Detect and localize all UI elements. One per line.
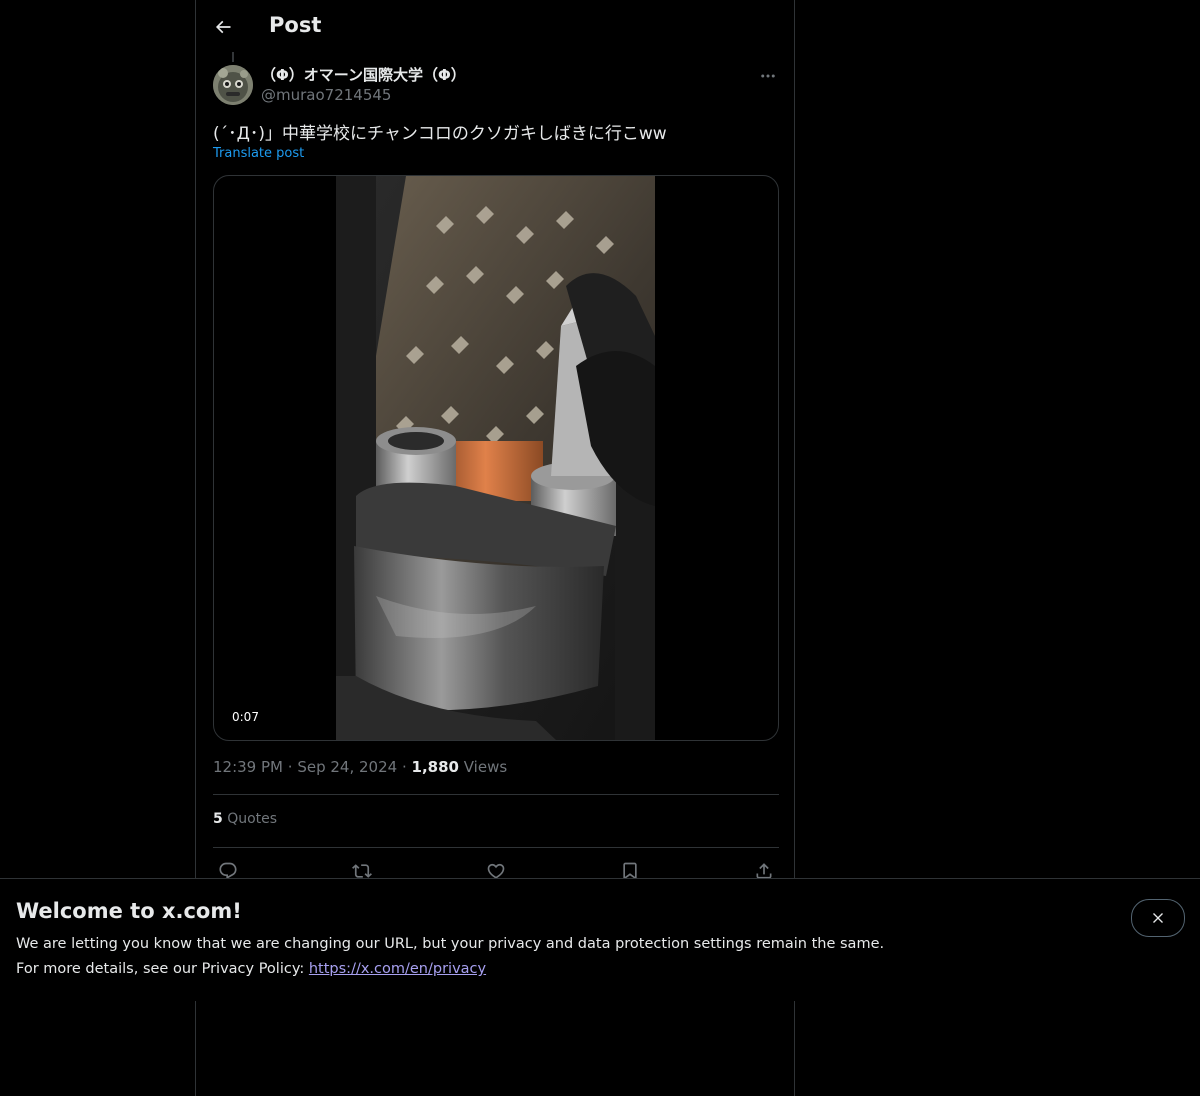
post-header: Post	[196, 0, 794, 54]
meta-separator: ·	[401, 758, 407, 776]
post-meta: 12:39 PM · Sep 24, 2024 · 1,880 Views	[213, 758, 507, 776]
back-button[interactable]	[208, 9, 238, 45]
user-handle[interactable]: @murao7214545	[261, 86, 391, 104]
divider	[213, 847, 779, 848]
page-title: Post	[269, 13, 322, 37]
banner-privacy-prefix: For more details, see our Privacy Policy…	[16, 961, 309, 977]
display-name[interactable]: （Φ）オマーン国際大学（Φ）	[261, 64, 466, 85]
privacy-policy-link[interactable]: https://x.com/en/privacy	[309, 961, 486, 977]
more-icon	[761, 74, 775, 78]
arrow-left-icon	[215, 20, 231, 34]
thread-line	[232, 52, 234, 62]
video-frame[interactable]	[336, 176, 655, 740]
video-player[interactable]: 0:07	[213, 175, 779, 741]
post-time[interactable]: 12:39 PM	[213, 758, 283, 776]
views-label: Views	[463, 758, 508, 776]
banner-title: Welcome to x.com!	[16, 899, 242, 923]
more-options-button[interactable]	[756, 64, 780, 88]
banner-privacy-line: For more details, see our Privacy Policy…	[16, 961, 486, 977]
quotes-label: Quotes	[227, 811, 278, 827]
close-icon	[1153, 913, 1163, 923]
views-count: 1,880	[411, 758, 459, 776]
translate-post-link[interactable]: Translate post	[213, 146, 304, 161]
close-banner-button[interactable]	[1131, 899, 1185, 937]
divider	[213, 794, 779, 795]
quotes-count: 5	[213, 811, 223, 827]
quotes-link[interactable]: 5 Quotes	[213, 811, 277, 827]
avatar[interactable]	[213, 65, 253, 105]
banner-message: We are letting you know that we are chan…	[16, 936, 885, 952]
welcome-banner: Welcome to x.com! We are letting you kno…	[0, 878, 1200, 1001]
post-date[interactable]: Sep 24, 2024	[297, 758, 397, 776]
avatar-image	[213, 65, 253, 105]
video-duration: 0:07	[226, 708, 265, 726]
meta-separator: ·	[287, 758, 293, 776]
post-text: (´･Д･)」中華学校にチャンコロのクソガキしばきに行こww	[213, 124, 667, 144]
video-thumbnail	[336, 176, 655, 740]
